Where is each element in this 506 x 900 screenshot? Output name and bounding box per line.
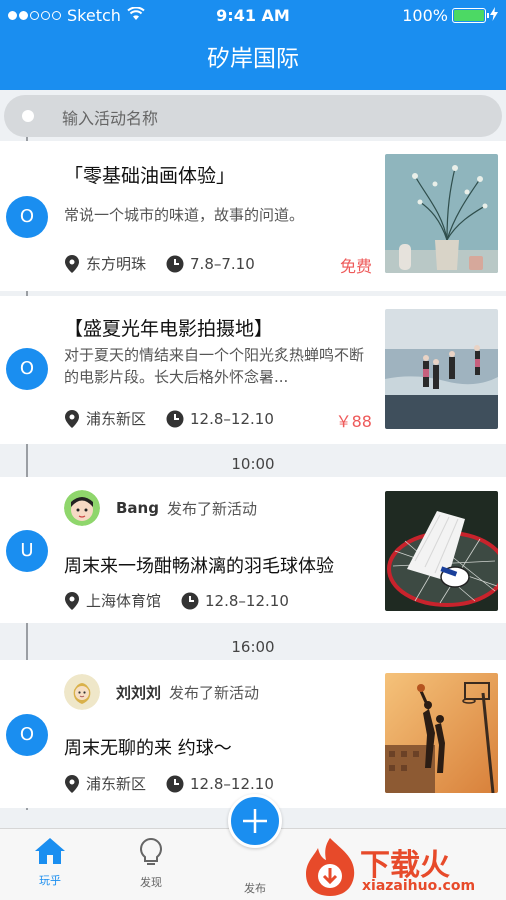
activity-date: 12.8–12.10 — [190, 409, 274, 428]
clock-icon — [166, 410, 184, 428]
location-pin-icon — [64, 254, 80, 273]
watermark-logo: 下载火 xiazaihuo.com — [300, 834, 506, 900]
clock-icon — [181, 592, 199, 610]
clock-icon — [166, 255, 184, 273]
activity-meta: 东方明珠 7.8–7.10 — [64, 253, 275, 274]
tab-label: 玩乎 — [39, 874, 61, 887]
nav-bar: 矽岸国际 — [0, 32, 506, 90]
activity-image-badminton — [385, 491, 498, 611]
home-icon — [34, 838, 66, 868]
time-separator: 10:00 — [231, 455, 275, 473]
activity-image-beach — [385, 309, 498, 429]
time-separator: 16:00 — [231, 638, 275, 656]
location-pin-icon — [64, 774, 80, 793]
timeline-node: O — [6, 714, 48, 756]
activity-location: 浦东新区 — [86, 775, 147, 793]
activity-card[interactable]: O 【盛夏光年电影拍摄地】 对于夏天的情结来自一个个阳光炙热蝉鸣不断的电影片段。… — [0, 296, 506, 444]
location-pin-icon — [64, 409, 80, 428]
activity-location: 东方明珠 — [86, 255, 147, 273]
battery-info: 100% — [402, 6, 498, 25]
search-input[interactable]: 输入活动名称 — [4, 95, 502, 137]
timeline-node: U — [6, 530, 48, 572]
publisher-row: Bang 发布了新活动 — [64, 490, 257, 526]
publisher-name[interactable]: 刘刘刘 — [116, 682, 161, 703]
watermark-en: xiazaihuo.com — [362, 878, 476, 894]
plus-icon — [243, 809, 267, 833]
search-dot-icon — [22, 110, 34, 122]
publisher-row: 刘刘刘 发布了新活动 — [64, 674, 259, 710]
activity-desc: 常说一个城市的味道，故事的问道。 — [64, 206, 305, 224]
tab-discover[interactable]: 发现 — [111, 837, 191, 890]
battery-icon — [452, 8, 489, 23]
activity-image-basketball — [385, 673, 498, 793]
activity-card[interactable]: U Bang 发布了新活动 周末来一场酣畅淋漓的羽毛球体验 上海体育馆 12.8… — [0, 477, 506, 623]
activity-meta: 上海体育馆 12.8–12.10 — [64, 590, 309, 611]
battery-percent: 100% — [402, 6, 448, 25]
publish-button[interactable] — [228, 794, 282, 848]
publisher-action: 发布了新活动 — [169, 683, 260, 702]
activity-location: 上海体育馆 — [86, 592, 162, 610]
location-pin-icon — [64, 591, 80, 610]
status-bar: Sketch 9:41 AM 100% — [0, 0, 506, 32]
activity-title: 【盛夏光年电影拍摄地】 — [64, 318, 274, 340]
activity-image-oil-painting — [385, 154, 498, 273]
activity-date: 12.8–12.10 — [190, 774, 274, 793]
charging-icon — [490, 6, 498, 25]
activity-title: 周末来一场酣畅淋漓的羽毛球体验 — [64, 556, 334, 577]
page-title: 矽岸国际 — [207, 46, 299, 72]
activity-date: 7.8–7.10 — [190, 254, 255, 273]
activity-desc: 对于夏天的情结来自一个个阳光炙热蝉鸣不断的电影片段。长大后格外怀念暑... — [64, 346, 365, 386]
avatar[interactable] — [64, 490, 100, 526]
flame-logo-icon — [306, 838, 355, 896]
publisher-name[interactable]: Bang — [116, 499, 159, 517]
search-placeholder: 输入活动名称 — [62, 109, 159, 128]
tab-home[interactable]: 玩乎 — [10, 837, 90, 888]
activity-price: 免费 — [339, 257, 372, 276]
activity-title: 「零基础油画体验」 — [64, 165, 236, 187]
activity-location: 浦东新区 — [86, 410, 147, 428]
avatar[interactable] — [64, 674, 100, 710]
activity-title: 周末无聊的来 约球～ — [64, 738, 232, 759]
lightbulb-icon — [137, 837, 165, 870]
clock-icon — [166, 775, 184, 793]
timeline-node: O — [6, 348, 48, 390]
activity-card[interactable]: O 刘刘刘 发布了新活动 周末无聊的来 约球～ 浦东新区 12.8–12.10 — [0, 660, 506, 808]
activity-date: 12.8–12.10 — [205, 591, 289, 610]
timeline-node: O — [6, 196, 48, 238]
tab-label: 发现 — [140, 876, 162, 889]
activity-price: ￥88 — [335, 412, 372, 431]
activity-meta: 浦东新区 12.8–12.10 — [64, 408, 294, 429]
activity-meta: 浦东新区 12.8–12.10 — [64, 773, 294, 794]
activity-card[interactable]: O 「零基础油画体验」 常说一个城市的味道，故事的问道。 东方明珠 7.8–7.… — [0, 141, 506, 291]
publisher-action: 发布了新活动 — [166, 499, 257, 518]
tab-publish-label[interactable]: 发布 — [215, 880, 295, 896]
